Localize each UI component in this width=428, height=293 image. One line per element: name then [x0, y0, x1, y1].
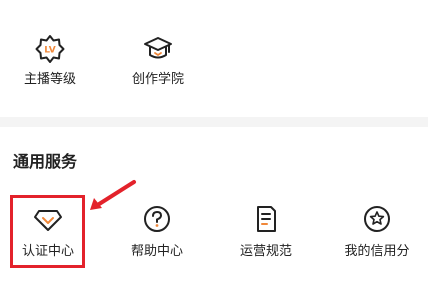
pointer-arrow-icon [90, 180, 136, 210]
anchor-level-entry[interactable]: LV 主播等级 [0, 34, 100, 94]
credit-score-entry[interactable]: 我的信用分 [327, 204, 427, 264]
graduation-cap-icon [144, 37, 172, 59]
creator-academy-label: 创作学院 [131, 72, 184, 87]
lv-badge-icon: LV [35, 35, 65, 63]
operation-rules-label: 运营规范 [239, 244, 292, 259]
section-divider [0, 117, 428, 127]
help-center-label: 帮助中心 [130, 244, 183, 259]
services-section-title: 通用服务 [13, 152, 78, 171]
document-icon [257, 206, 276, 232]
question-circle-icon [144, 206, 170, 232]
credit-score-label: 我的信用分 [344, 244, 410, 259]
anchor-level-label: 主播等级 [23, 72, 76, 87]
star-circle-icon [364, 206, 390, 232]
highlight-box [10, 195, 85, 268]
creator-academy-entry[interactable]: 创作学院 [108, 34, 208, 94]
svg-text:LV: LV [44, 46, 55, 56]
operation-rules-entry[interactable]: 运营规范 [216, 204, 316, 264]
